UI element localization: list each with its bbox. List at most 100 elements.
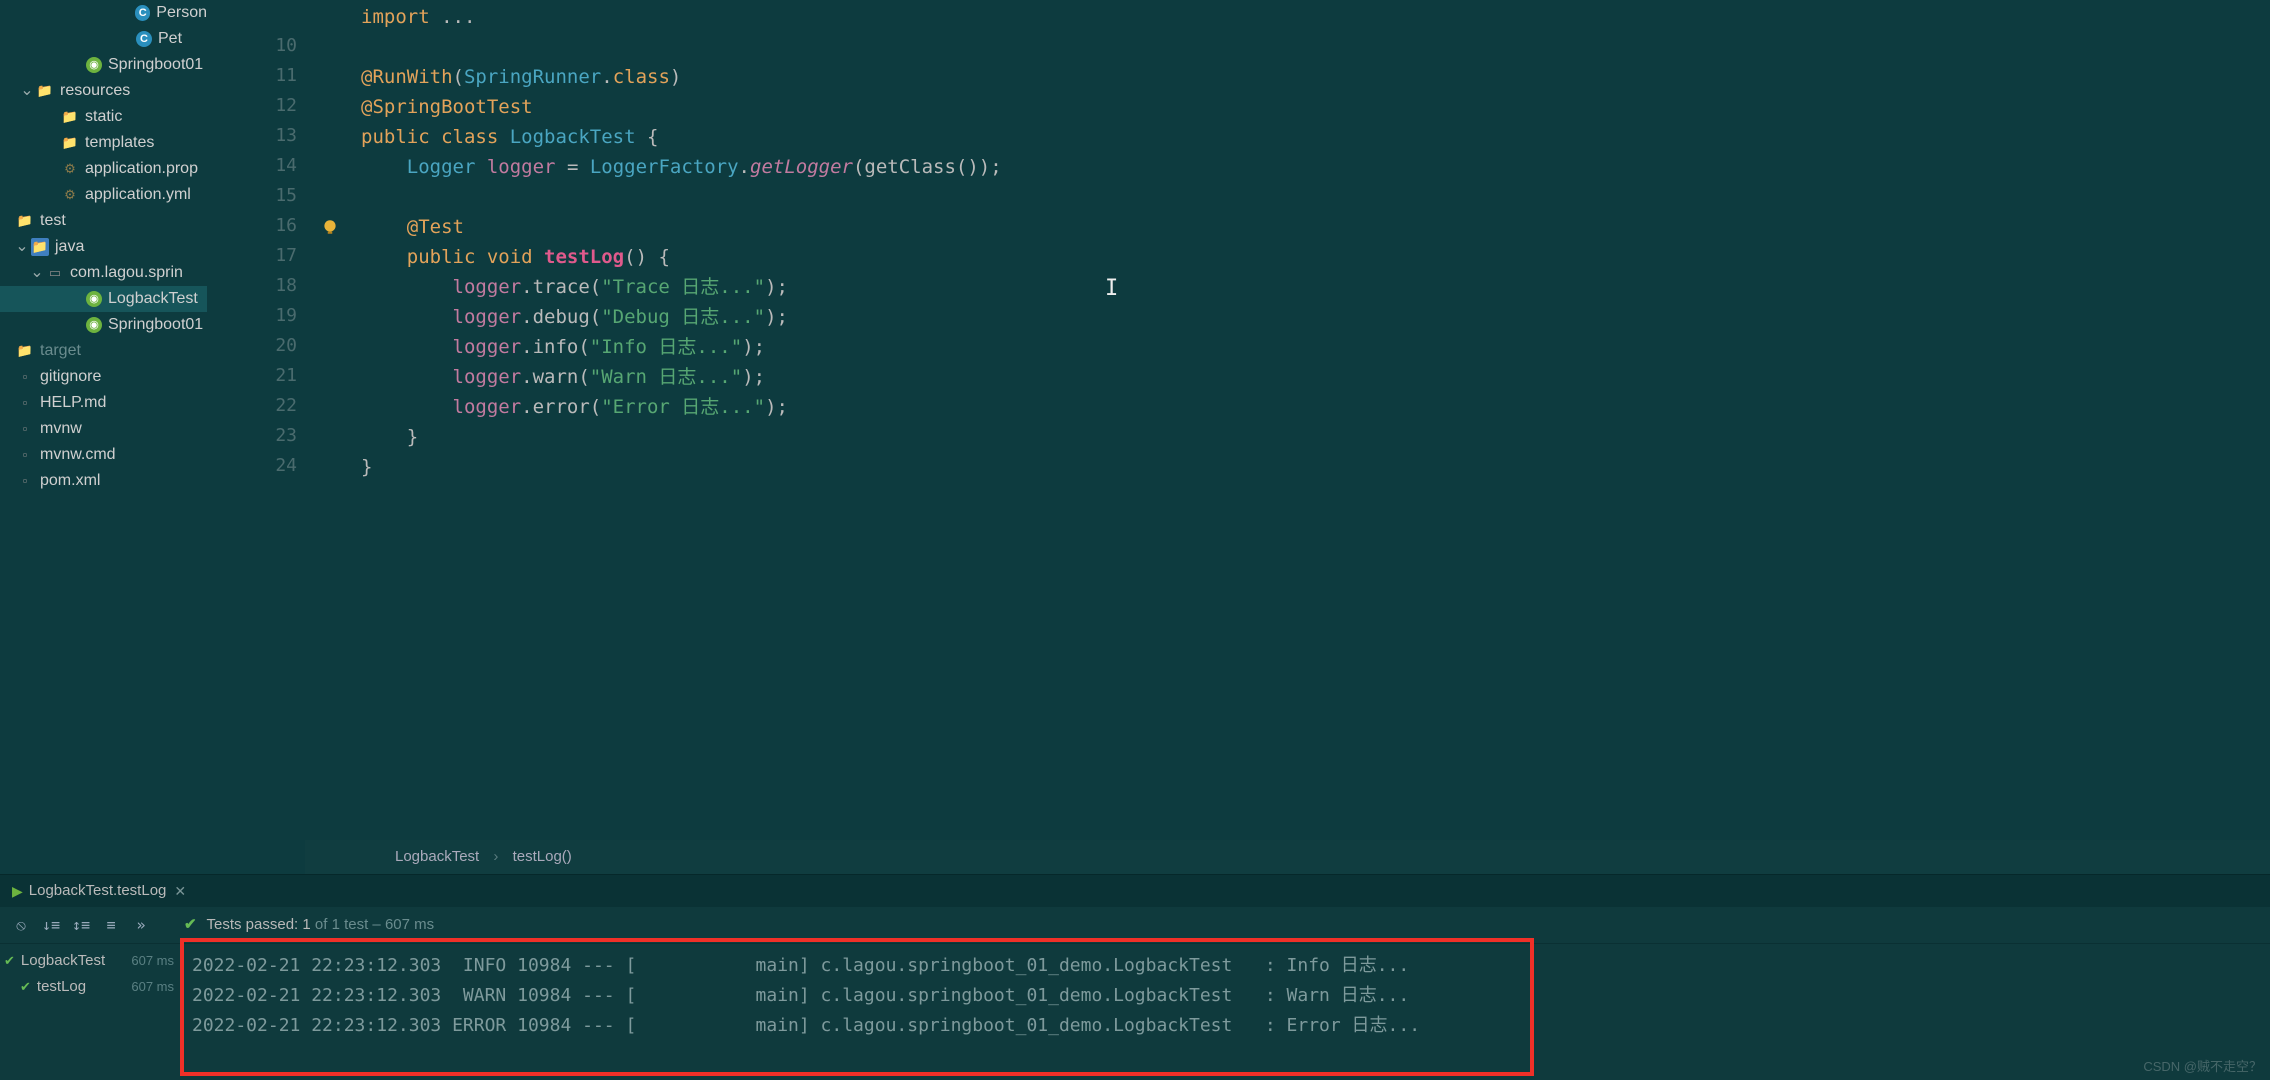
test-tree[interactable]: ✔LogbackTest607 ms✔testLog607 ms — [0, 944, 180, 1080]
log-line[interactable]: 2022-02-21 22:23:12.303 ERROR 10984 --- … — [192, 1012, 2258, 1042]
tree-item-label: application.prop — [85, 157, 198, 181]
code-line[interactable]: @SpringBootTest — [361, 92, 2270, 122]
tree-item[interactable]: ◉Springboot01 — [0, 52, 207, 78]
tree-item[interactable]: ▫HELP.md — [0, 390, 207, 416]
line-number: 17 — [207, 242, 297, 272]
code-token: public void — [407, 243, 544, 272]
code-token: import — [361, 3, 430, 32]
line-number: 14 — [207, 152, 297, 182]
tree-item[interactable]: ⌄📁java — [0, 234, 207, 260]
intention-bulb-icon[interactable] — [321, 216, 339, 234]
breadcrumb[interactable]: LogbackTest › testLog() — [305, 840, 2270, 875]
tree-item[interactable]: 📁target — [0, 338, 207, 364]
tree-item[interactable]: ◉LogbackTest — [0, 286, 207, 312]
code-line[interactable]: public class LogbackTest { — [361, 122, 2270, 152]
run-panel: ▶ LogbackTest.testLog ✕ ⦸ ↓≡ ↕≡ ≡ » ✔ Te… — [0, 874, 2270, 1080]
code-token — [361, 363, 453, 392]
code-token: ... — [430, 3, 476, 32]
sort-button[interactable]: ↓≡ — [36, 911, 66, 939]
test-tree-item[interactable]: ✔testLog607 ms — [0, 974, 180, 1000]
line-number: 13 — [207, 122, 297, 152]
tree-item[interactable]: CPerson — [0, 0, 207, 26]
tree-item-label: com.lagou.sprin — [70, 261, 183, 285]
tree-item-label: templates — [85, 131, 154, 155]
status-total: of 1 test — [311, 916, 369, 933]
code-line[interactable]: logger.error("Error 日志..."); — [361, 392, 2270, 422]
code-line[interactable]: } — [361, 422, 2270, 452]
cfg-icon: ⚙ — [61, 160, 79, 178]
tree-item[interactable]: CPet — [0, 26, 207, 52]
run-tab-label[interactable]: LogbackTest.testLog — [29, 880, 167, 903]
code-token: logger — [453, 363, 522, 392]
code-line[interactable]: logger.info("Info 日志..."); — [361, 332, 2270, 362]
code-line[interactable]: import ... — [361, 2, 2270, 32]
code-line[interactable]: @Test — [361, 212, 2270, 242]
tree-item[interactable]: ⌄▭com.lagou.sprin — [0, 260, 207, 286]
tree-item-label: test — [40, 209, 66, 233]
line-number: 15 — [207, 182, 297, 212]
tree-item-label: pom.xml — [40, 469, 100, 493]
tree-item[interactable]: 📁templates — [0, 130, 207, 156]
tree-item[interactable]: ⚙ application.prop — [0, 156, 207, 182]
line-number: 16 — [207, 212, 297, 242]
code-token: SpringRunner — [464, 63, 601, 92]
run-toolbar: ⦸ ↓≡ ↕≡ ≡ » ✔ Tests passed: 1 of 1 test … — [0, 907, 2270, 944]
cls-icon: C — [135, 5, 150, 21]
folder-icon: 📁 — [16, 212, 34, 230]
tree-item[interactable]: ⚙application.yml — [0, 182, 207, 208]
console-output[interactable]: 2022-02-21 22:23:12.303 INFO 10984 --- [… — [180, 944, 2270, 1080]
tree-item[interactable]: 📁static — [0, 104, 207, 130]
tree-item[interactable]: ▫pom.xml — [0, 468, 207, 494]
code-line[interactable]: public void testLog() { — [361, 242, 2270, 272]
stop-button[interactable]: ⦸ — [6, 911, 36, 939]
close-icon[interactable]: ✕ — [174, 881, 186, 902]
code-editor[interactable]: I import ...@RunWith(SpringRunner.class)… — [305, 0, 2270, 874]
tree-item-label: Pet — [158, 27, 182, 51]
code-token: testLog — [544, 243, 624, 272]
code-token: .warn( — [521, 363, 590, 392]
expand-button[interactable]: ≡ — [96, 911, 126, 939]
code-token — [361, 393, 453, 422]
code-line[interactable]: logger.debug("Debug 日志..."); — [361, 302, 2270, 332]
code-line[interactable] — [361, 182, 2270, 212]
code-token: ); — [742, 333, 765, 362]
tree-item[interactable]: ▫mvnw — [0, 416, 207, 442]
chevron-icon: ⌄ — [15, 235, 29, 259]
tree-item-label: resources — [60, 79, 130, 103]
breadcrumb-method[interactable]: testLog() — [513, 848, 572, 865]
code-token — [361, 153, 407, 182]
log-line[interactable]: 2022-02-21 22:23:12.303 WARN 10984 --- [… — [192, 982, 2258, 1012]
test-tree-item[interactable]: ✔LogbackTest607 ms — [0, 948, 180, 974]
code-token: ); — [742, 363, 765, 392]
code-token: "Trace 日志..." — [601, 273, 765, 302]
breadcrumb-class[interactable]: LogbackTest — [395, 848, 479, 865]
tree-item[interactable]: ⌄📁resources — [0, 78, 207, 104]
line-number: 21 — [207, 362, 297, 392]
code-token: "Error 日志..." — [601, 393, 765, 422]
tree-item-label: mvnw — [40, 417, 82, 441]
line-number — [207, 2, 297, 32]
code-line[interactable] — [361, 32, 2270, 62]
code-line[interactable]: } — [361, 452, 2270, 482]
project-tree[interactable]: CPersonCPet◉Springboot01⌄📁resources📁stat… — [0, 0, 207, 874]
tree-item-label: static — [85, 105, 122, 129]
code-token: . — [739, 153, 750, 182]
tree-item[interactable]: ◉Springboot01 — [0, 312, 207, 338]
code-line[interactable]: logger.warn("Warn 日志..."); — [361, 362, 2270, 392]
more-button[interactable]: » — [126, 911, 156, 939]
tree-item[interactable]: ▫gitignore — [0, 364, 207, 390]
log-line[interactable]: 2022-02-21 22:23:12.303 INFO 10984 --- [… — [192, 952, 2258, 982]
line-number: 18 — [207, 272, 297, 302]
chevron-icon: ⌄ — [20, 79, 34, 103]
tree-item[interactable]: 📁 test — [0, 208, 207, 234]
code-line[interactable]: @RunWith(SpringRunner.class) — [361, 62, 2270, 92]
file-icon: ▫ — [16, 446, 34, 464]
code-token: getLogger — [750, 153, 853, 182]
code-token — [475, 153, 486, 182]
code-line[interactable]: Logger logger = LoggerFactory.getLogger(… — [361, 152, 2270, 182]
code-token: { — [636, 123, 659, 152]
code-token: logger — [453, 273, 522, 302]
code-line[interactable]: logger.trace("Trace 日志..."); — [361, 272, 2270, 302]
tree-item[interactable]: ▫mvnw.cmd — [0, 442, 207, 468]
filter-button[interactable]: ↕≡ — [66, 911, 96, 939]
